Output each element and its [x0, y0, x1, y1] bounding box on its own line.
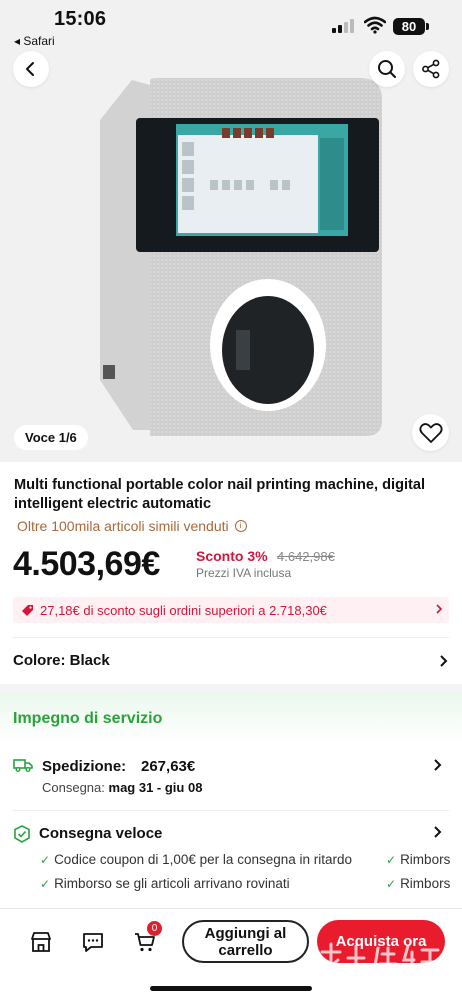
- benefit-item: ✓ Rimbors: [386, 876, 452, 891]
- divider: [13, 637, 449, 638]
- benefit-text: Rimborso se gli articoli arrivano rovina…: [54, 876, 290, 891]
- chevron-right-icon: [440, 655, 448, 667]
- share-icon: [422, 59, 440, 79]
- chevron-right-icon: [436, 604, 443, 614]
- product-image-gallery[interactable]: Voce 1/6: [0, 0, 462, 462]
- coupon-tag-icon: [22, 604, 33, 616]
- product-title: Multi functional portable color nail pri…: [14, 477, 426, 512]
- color-selector-label: Colore: Black: [13, 652, 110, 669]
- shipping-details-chevron-icon[interactable]: [433, 758, 443, 772]
- cart-count-badge: 0: [147, 921, 162, 936]
- home-indicator: [150, 986, 312, 991]
- chevron-left-icon: [26, 62, 34, 76]
- shield-check-icon: [14, 825, 30, 843]
- section-separator: [0, 684, 462, 692]
- delivery-prefix: Consegna:: [42, 780, 105, 795]
- sold-count[interactable]: Oltre 100mila articoli simili venduti i: [17, 518, 247, 534]
- status-time: 15:06: [54, 8, 107, 30]
- check-icon: ✓: [40, 853, 51, 867]
- delivery-dates: mag 31 - giu 08: [108, 780, 203, 795]
- chat-icon[interactable]: [81, 930, 105, 954]
- info-icon: i: [234, 520, 247, 532]
- service-commitment-title: Impegno di servizio: [13, 710, 163, 727]
- vat-note: Prezzi IVA inclusa: [196, 566, 292, 580]
- check-icon: ✓: [386, 853, 397, 867]
- back-to-safari-link[interactable]: ◂ Safari: [14, 34, 55, 48]
- benefit-item: ✓ Codice coupon di 1,00€ per la consegna …: [40, 852, 352, 867]
- share-button[interactable]: [413, 51, 449, 87]
- store-icon[interactable]: [29, 930, 53, 954]
- benefit-text: Rimbors: [400, 852, 451, 867]
- add-to-cart-button[interactable]: Aggiungi al carrello: [182, 920, 309, 963]
- color-selector[interactable]: Colore: Black: [13, 652, 449, 669]
- status-bar: 15:06 ◂ Safari 80: [0, 0, 462, 50]
- watermark-text: HUARENJIE: [338, 978, 416, 990]
- cellular-signal-icon: [332, 19, 356, 33]
- delivery-estimate: Consegna: mag 31 - giu 08: [42, 780, 202, 795]
- check-icon: ✓: [40, 877, 51, 891]
- benefit-item: ✓ Rimbors: [386, 852, 452, 867]
- battery-tip: [426, 23, 429, 30]
- discount-badge: Sconto 3%: [196, 548, 268, 564]
- divider: [13, 810, 449, 811]
- shipping-label: Spedizione:: [42, 758, 127, 775]
- benefit-item: ✓ Rimborso se gli articoli arrivano rovin…: [40, 876, 290, 891]
- benefit-text: Rimbors: [400, 876, 451, 891]
- battery-indicator: 80: [393, 18, 425, 35]
- shipping-cost: 267,63€: [141, 758, 196, 775]
- image-pager: Voce 1/6: [14, 425, 88, 450]
- benefit-text: Codice coupon di 1,00€ per la consegna i…: [54, 852, 353, 867]
- check-icon: ✓: [386, 877, 397, 891]
- favorite-button[interactable]: [412, 414, 449, 451]
- coupon-text: 27,18€ di sconto sugli ordini superiori …: [40, 602, 327, 618]
- product-price: 4.503,69€: [13, 545, 160, 583]
- original-price: 4.642,98€: [277, 549, 335, 564]
- wifi-icon: [364, 16, 386, 34]
- sold-count-text: Oltre 100mila articoli simili venduti: [17, 518, 229, 534]
- fast-delivery-chevron-icon[interactable]: [433, 825, 443, 839]
- heart-icon: [418, 422, 443, 443]
- search-icon: [378, 60, 396, 78]
- back-button[interactable]: [13, 51, 49, 87]
- fast-delivery-title: Consegna veloce: [39, 825, 163, 842]
- search-button[interactable]: [369, 51, 405, 87]
- coupon-banner[interactable]: 27,18€ di sconto sugli ordini superiori …: [13, 597, 449, 623]
- truck-icon: [13, 759, 33, 772]
